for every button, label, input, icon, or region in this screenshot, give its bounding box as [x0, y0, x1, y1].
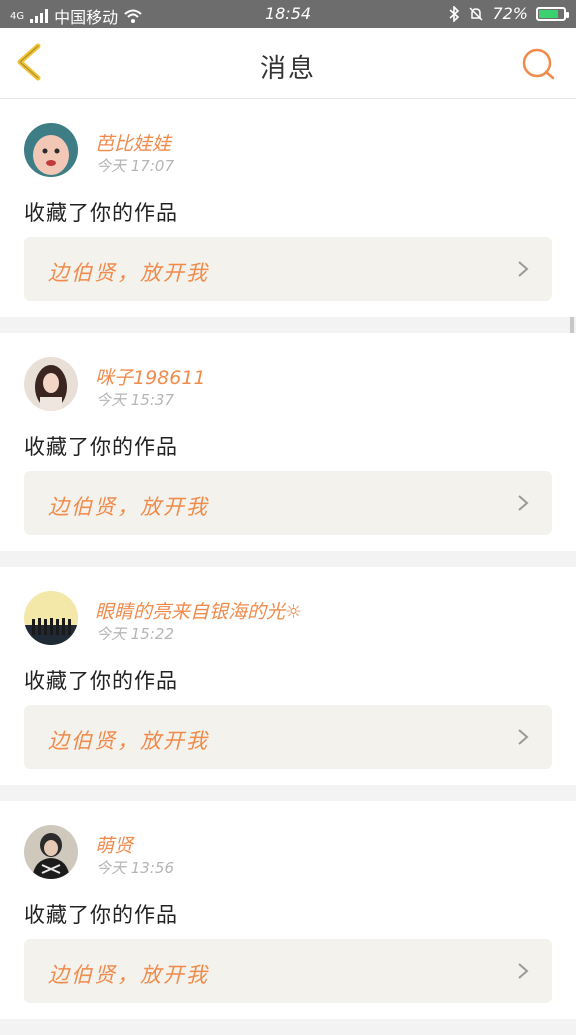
chevron-right-icon: [518, 729, 529, 745]
message-list: 芭比娃娃 今天 17:07 收藏了你的作品 边伯贤，放开我 咪子198611 今…: [0, 99, 576, 1035]
chevron-right-icon: [518, 963, 529, 979]
message-card: 萌贤 今天 13:56 收藏了你的作品 边伯贤，放开我: [0, 801, 576, 1019]
username[interactable]: 芭比娃娃: [95, 129, 171, 156]
mute-bell-icon: [469, 6, 483, 21]
message-time: 今天 15:37: [96, 391, 174, 409]
message-time: 今天 13:56: [96, 859, 174, 877]
message-text: 收藏了你的作品: [24, 435, 178, 459]
message-card: 芭比娃娃 今天 17:07 收藏了你的作品 边伯贤，放开我: [0, 99, 576, 317]
chevron-right-icon: [518, 261, 529, 277]
work-title: 边伯贤，放开我: [48, 261, 209, 285]
chevron-right-icon: [518, 495, 529, 511]
work-link[interactable]: 边伯贤，放开我: [24, 939, 552, 1003]
status-bar: 4G 中国移动 18:54 72%: [0, 0, 576, 28]
message-time: 今天 17:07: [96, 157, 174, 175]
avatar[interactable]: [24, 591, 78, 645]
status-right: 72%: [448, 4, 569, 23]
message-card: 咪子198611 今天 15:37 收藏了你的作品 边伯贤，放开我: [0, 333, 576, 551]
work-title: 边伯贤，放开我: [48, 963, 209, 987]
username[interactable]: 咪子198611: [95, 363, 206, 390]
battery-percent: 72%: [492, 4, 528, 23]
username[interactable]: 萌贤: [95, 831, 133, 858]
message-text: 收藏了你的作品: [24, 201, 178, 225]
bluetooth-icon: [449, 5, 460, 22]
message-text: 收藏了你的作品: [24, 903, 178, 927]
message-card: 眼睛的亮来自银海的光☼ 今天 15:22 收藏了你的作品 边伯贤，放开我: [0, 567, 576, 785]
battery-icon: [536, 6, 569, 21]
avatar[interactable]: [24, 357, 78, 411]
avatar[interactable]: [24, 123, 78, 177]
work-link[interactable]: 边伯贤，放开我: [24, 237, 552, 301]
username[interactable]: 眼睛的亮来自银海的光☼: [95, 597, 302, 624]
work-title: 边伯贤，放开我: [48, 729, 209, 753]
page-title: 消息: [259, 54, 316, 84]
message-text: 收藏了你的作品: [24, 669, 178, 693]
work-title: 边伯贤，放开我: [48, 495, 209, 519]
top-nav-bar: 消息: [0, 28, 576, 99]
work-link[interactable]: 边伯贤，放开我: [24, 705, 552, 769]
message-time: 今天 15:22: [96, 625, 174, 643]
search-icon[interactable]: [520, 46, 556, 82]
avatar[interactable]: [24, 825, 78, 879]
work-link[interactable]: 边伯贤，放开我: [24, 471, 552, 535]
